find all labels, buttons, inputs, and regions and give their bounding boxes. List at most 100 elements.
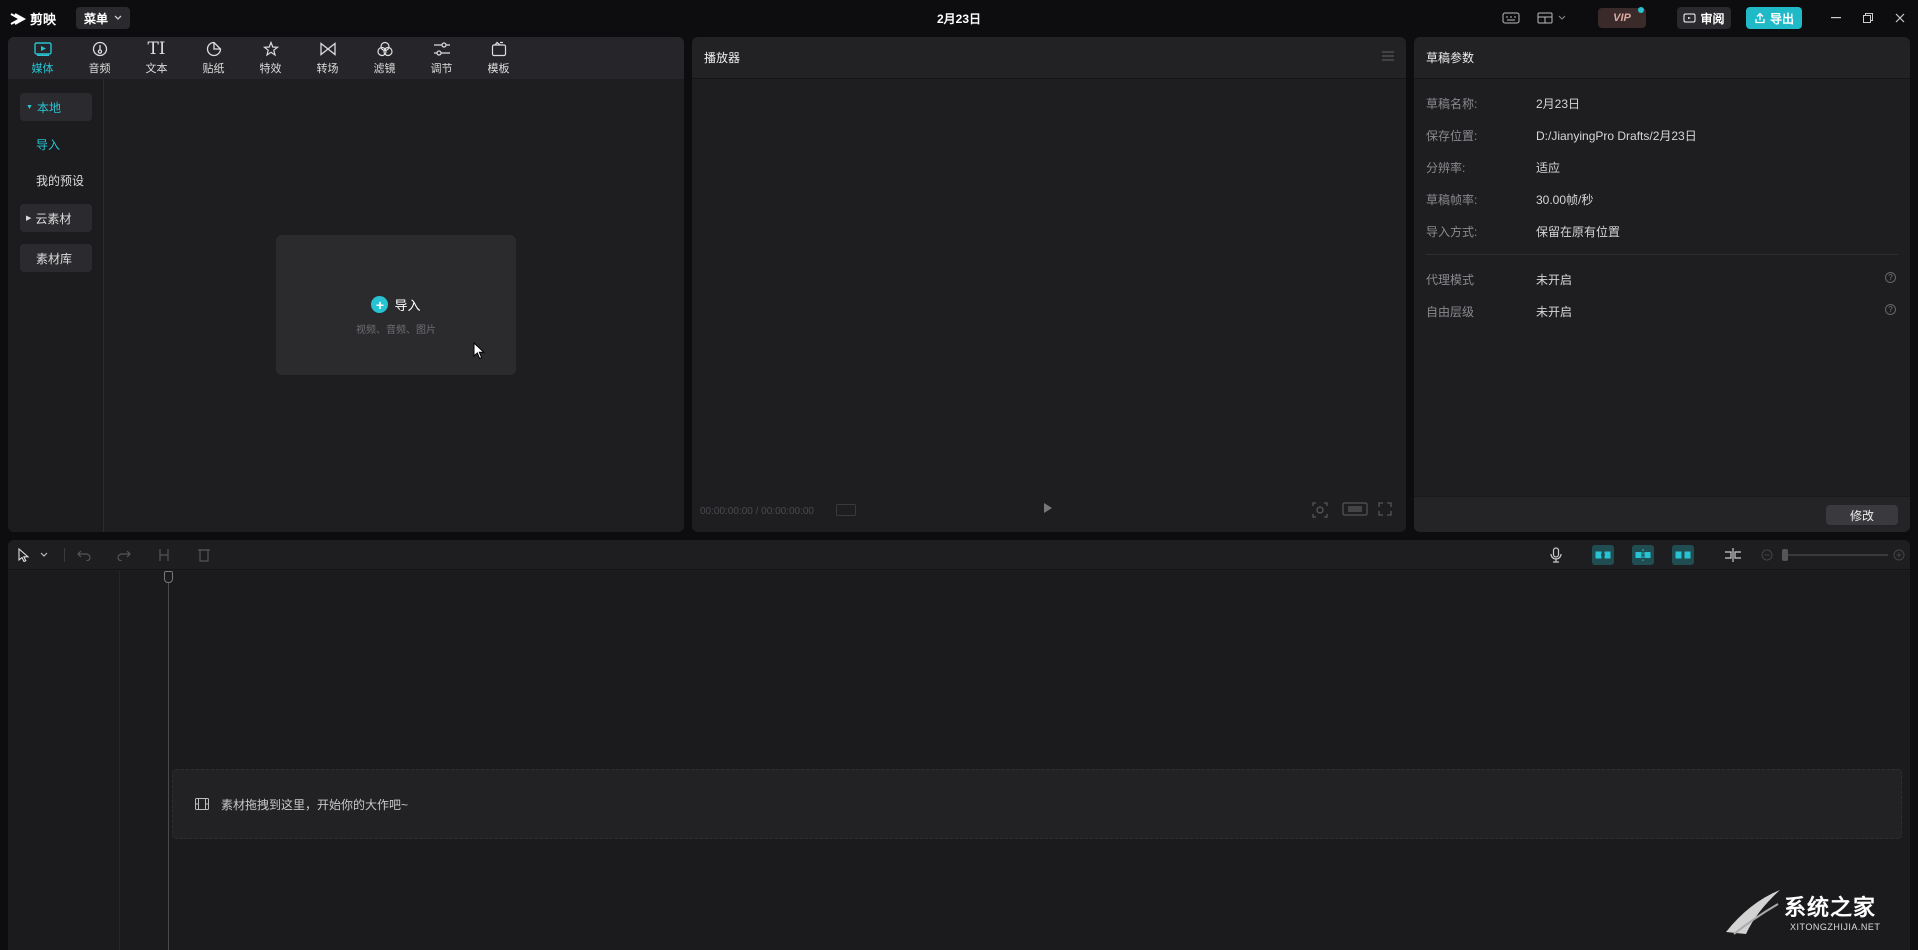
drop-hint-text: 素材拖拽到这里，开始你的大作吧~ (221, 797, 409, 812)
tab-text[interactable]: TI 文本 (128, 37, 185, 79)
keyboard-shortcuts-icon[interactable] (1500, 8, 1522, 28)
title-bar: 剪映 菜单 2月23日 VIP 审阅 导出 (0, 0, 1918, 36)
sidebar-item-presets-label: 我的预设 (36, 173, 85, 188)
linkage-icon[interactable] (1672, 545, 1694, 565)
plus-icon: + (371, 296, 389, 313)
param-label: 草稿名称: (1426, 96, 1478, 111)
hamburger-menu-icon[interactable] (1382, 51, 1394, 61)
zoom-slider-handle[interactable] (1782, 549, 1788, 561)
menu-button-label: 菜单 (83, 11, 108, 26)
vip-notification-dot (1638, 7, 1644, 13)
player-controls: 00:00:00:00 / 00:00:00:00 (692, 490, 1406, 532)
track-header-column (8, 571, 120, 950)
sidebar-item-cloud[interactable]: ▶ 云素材 (20, 204, 92, 232)
tab-template-label: 模板 (487, 63, 510, 75)
param-value: 未开启 (1536, 272, 1573, 287)
draft-params-panel: 草稿参数 草稿名称: 2月23日 保存位置: D:/JianyingPro Dr… (1414, 37, 1910, 532)
param-row-resolution: 分辨率: 适应 (1426, 157, 1896, 177)
toolbar-separator (64, 548, 65, 562)
tab-sticker[interactable]: 贴纸 (185, 37, 242, 79)
select-pointer-icon[interactable] (16, 547, 32, 563)
tab-filter[interactable]: 滤镜 (356, 37, 413, 79)
param-value: 未开启 (1536, 304, 1573, 319)
param-row-proxy: 代理模式 未开启 ? (1426, 269, 1896, 289)
minimize-icon[interactable] (1827, 9, 1845, 27)
tab-text-label: 文本 (145, 63, 168, 75)
tab-template[interactable]: 模板 (470, 37, 527, 79)
layout-switch-icon[interactable] (1534, 8, 1570, 28)
transition-icon (319, 40, 337, 58)
draft-footer: 修改 (1414, 496, 1910, 532)
filter-icon (376, 40, 394, 58)
auto-snap-icon[interactable] (1632, 545, 1654, 565)
tab-transition-label: 转场 (316, 63, 339, 75)
adjust-icon (433, 40, 451, 58)
sticker-icon (206, 40, 222, 58)
tab-audio-label: 音频 (88, 63, 111, 75)
tab-audio[interactable]: 音频 (71, 37, 128, 79)
media-panel: 媒体 音频 TI 文本 贴纸 特效 转场 滤镜 调节 模板 ▼ 本地 导入 我的… (8, 37, 684, 532)
sidebar-item-cloud-label: 云素材 (35, 211, 72, 226)
play-icon[interactable] (1043, 502, 1053, 514)
timecode-badge (836, 504, 856, 516)
export-button[interactable]: 导出 (1746, 7, 1802, 29)
param-value: 30.00帧/秒 (1536, 192, 1594, 207)
timeline-drop-zone[interactable]: 素材拖拽到这里，开始你的大作吧~ (172, 769, 1902, 839)
screenshot-icon[interactable] (1312, 502, 1328, 518)
caret-right-icon: ▶ (26, 215, 32, 222)
film-icon (195, 798, 209, 810)
sidebar-item-import[interactable]: 导入 (30, 130, 102, 158)
zoom-in-icon[interactable] (1892, 547, 1906, 563)
undo-icon[interactable] (76, 547, 92, 563)
param-value: 保留在原有位置 (1536, 224, 1621, 239)
sidebar-item-library[interactable]: 素材库 (20, 244, 92, 272)
preview-axis-icon[interactable] (1724, 547, 1742, 563)
draft-header: 草稿参数 (1414, 37, 1910, 79)
fullscreen-icon[interactable] (1378, 502, 1392, 516)
app-logo: 剪映 (10, 9, 56, 28)
import-button[interactable]: + 导入 (276, 295, 516, 314)
playhead-handle[interactable] (164, 571, 173, 583)
audio-icon (92, 40, 108, 58)
watermark-logo-icon (1726, 890, 1780, 935)
param-row-location: 保存位置: D:/JianyingPro Drafts/2月23日 (1426, 125, 1896, 145)
chevron-down-icon[interactable] (38, 547, 50, 563)
param-row-framerate: 草稿帧率: 30.00帧/秒 (1426, 189, 1896, 209)
tab-transition[interactable]: 转场 (299, 37, 356, 79)
import-subtitle: 视频、音频、图片 (356, 325, 436, 336)
playhead-line[interactable] (168, 571, 169, 950)
help-icon[interactable]: ? (1885, 272, 1896, 283)
modify-button-label: 修改 (1849, 508, 1874, 523)
close-icon[interactable] (1891, 9, 1909, 27)
mouse-cursor-icon (473, 342, 485, 360)
zoom-slider-track[interactable] (1788, 554, 1888, 556)
modify-button[interactable]: 修改 (1826, 505, 1898, 525)
caret-down-icon: ▼ (26, 103, 33, 111)
upload-icon (1755, 12, 1765, 24)
main-track-magnet-icon[interactable] (1592, 545, 1614, 565)
param-label: 分辨率: (1426, 160, 1466, 175)
param-label: 导入方式: (1426, 224, 1478, 239)
media-tabs: 媒体 音频 TI 文本 贴纸 特效 转场 滤镜 调节 模板 (8, 37, 684, 79)
aspect-ratio-icon[interactable] (1342, 502, 1368, 516)
sidebar-item-presets[interactable]: 我的预设 (30, 166, 102, 194)
tab-adjust[interactable]: 调节 (413, 37, 470, 79)
timeline-toolbar (8, 540, 1910, 570)
review-icon (1683, 13, 1696, 22)
jianying-logo-icon (10, 12, 26, 25)
split-icon[interactable] (156, 547, 172, 563)
zoom-out-icon[interactable] (1760, 547, 1774, 563)
tab-adjust-label: 调节 (430, 63, 453, 75)
review-button[interactable]: 审阅 (1677, 7, 1731, 29)
player-title: 播放器 (704, 51, 741, 65)
delete-icon[interactable] (196, 547, 212, 563)
menu-button[interactable]: 菜单 (76, 7, 130, 29)
tab-effects[interactable]: 特效 (242, 37, 299, 79)
help-icon[interactable]: ? (1885, 304, 1896, 315)
watermark-text: 系统之家 (1784, 896, 1877, 921)
microphone-icon[interactable] (1548, 547, 1564, 563)
tab-media[interactable]: 媒体 (14, 37, 71, 79)
redo-icon[interactable] (116, 547, 132, 563)
sidebar-item-local[interactable]: ▼ 本地 (20, 93, 92, 121)
restore-icon[interactable] (1859, 9, 1877, 27)
